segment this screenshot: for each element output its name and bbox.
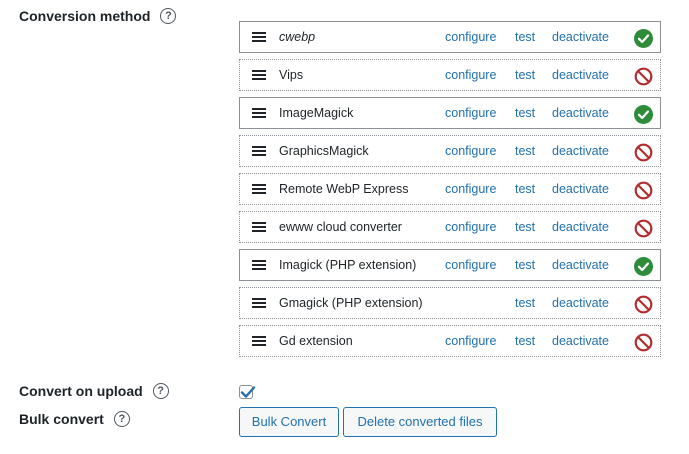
prohibited-icon <box>634 333 653 352</box>
test-link[interactable]: test <box>515 144 535 158</box>
converter-row[interactable]: Gd extension configure test deactivate <box>239 325 661 357</box>
test-link[interactable]: test <box>515 30 535 44</box>
deactivate-link[interactable]: deactivate <box>552 258 609 272</box>
configure-link[interactable]: configure <box>445 68 496 82</box>
converter-name: Gmagick (PHP extension) <box>279 296 423 310</box>
configure-link[interactable]: configure <box>445 220 496 234</box>
drag-handle-icon[interactable] <box>252 260 266 270</box>
test-link[interactable]: test <box>515 258 535 272</box>
converter-name: Remote WebP Express <box>279 182 409 196</box>
test-link[interactable]: test <box>515 296 535 310</box>
checkmark-icon <box>240 386 256 398</box>
bulk-convert-label: Bulk convert <box>19 411 104 427</box>
deactivate-link[interactable]: deactivate <box>552 334 609 348</box>
convert-on-upload-label-row: Convert on upload ? <box>19 383 169 399</box>
configure-link[interactable]: configure <box>445 334 496 348</box>
converter-name: Gd extension <box>279 334 353 348</box>
question-circle-icon[interactable]: ? <box>160 8 177 24</box>
prohibited-icon <box>634 219 653 238</box>
question-circle-icon[interactable]: ? <box>152 383 169 399</box>
converter-row[interactable]: Gmagick (PHP extension) test deactivate <box>239 287 661 319</box>
deactivate-link[interactable]: deactivate <box>552 106 609 120</box>
drag-handle-icon[interactable] <box>252 108 266 118</box>
prohibited-icon <box>634 295 653 314</box>
drag-handle-icon[interactable] <box>252 336 266 346</box>
converter-row[interactable]: Remote WebP Express configure test deactiva… <box>239 173 661 205</box>
drag-handle-icon[interactable] <box>252 32 266 42</box>
conversion-method-label-row: Conversion method ? <box>19 8 177 24</box>
bulk-convert-label-row: Bulk convert ? <box>19 411 130 427</box>
check-circle-icon <box>634 257 653 276</box>
drag-handle-icon[interactable] <box>252 222 266 232</box>
convert-on-upload-checkbox[interactable] <box>239 385 256 399</box>
test-link[interactable]: test <box>515 182 535 196</box>
configure-link[interactable]: configure <box>445 144 496 158</box>
conversion-method-label: Conversion method <box>19 8 151 24</box>
converter-row[interactable]: ImageMagick configure test deactivate <box>239 97 661 129</box>
drag-handle-icon[interactable] <box>252 298 266 308</box>
converter-name: Vips <box>279 68 304 82</box>
converter-list: cwebp configure test deactivate Vips configur… <box>239 21 661 363</box>
converter-row[interactable]: Imagick (PHP extension) configure test deac… <box>239 249 661 281</box>
convert-on-upload-label: Convert on upload <box>19 383 143 399</box>
configure-link[interactable]: configure <box>445 30 496 44</box>
converter-name: cwebp <box>279 30 316 44</box>
deactivate-link[interactable]: deactivate <box>552 144 609 158</box>
converter-name: ImageMagick <box>279 106 354 120</box>
drag-handle-icon[interactable] <box>252 184 266 194</box>
check-circle-icon <box>634 105 653 124</box>
test-link[interactable]: test <box>515 68 535 82</box>
converter-row[interactable]: Vips configure test deactivate <box>239 59 661 91</box>
configure-link[interactable]: configure <box>445 258 496 272</box>
prohibited-icon <box>634 181 653 200</box>
drag-handle-icon[interactable] <box>252 70 266 80</box>
converter-row[interactable]: GraphicsMagick configure test deactivate <box>239 135 661 167</box>
delete-converted-files-button[interactable]: Delete converted files <box>343 407 497 437</box>
test-link[interactable]: test <box>515 106 535 120</box>
deactivate-link[interactable]: deactivate <box>552 220 609 234</box>
converter-name: ewww cloud converter <box>279 220 402 234</box>
drag-handle-icon[interactable] <box>252 146 266 156</box>
prohibited-icon <box>634 67 653 86</box>
check-circle-icon <box>634 29 653 48</box>
settings-panel: Conversion method ? cwebp configure test de… <box>0 0 689 454</box>
question-circle-icon[interactable]: ? <box>113 411 130 427</box>
test-link[interactable]: test <box>515 220 535 234</box>
configure-link[interactable]: configure <box>445 106 496 120</box>
converter-row[interactable]: ewww cloud converter configure test deactiv… <box>239 211 661 243</box>
prohibited-icon <box>634 143 653 162</box>
deactivate-link[interactable]: deactivate <box>552 68 609 82</box>
deactivate-link[interactable]: deactivate <box>552 30 609 44</box>
converter-name: GraphicsMagick <box>279 144 369 158</box>
converter-name: Imagick (PHP extension) <box>279 258 417 272</box>
converter-row[interactable]: cwebp configure test deactivate <box>239 21 661 53</box>
test-link[interactable]: test <box>515 334 535 348</box>
deactivate-link[interactable]: deactivate <box>552 296 609 310</box>
configure-link[interactable]: configure <box>445 182 496 196</box>
deactivate-link[interactable]: deactivate <box>552 182 609 196</box>
bulk-convert-button[interactable]: Bulk Convert <box>239 407 339 437</box>
